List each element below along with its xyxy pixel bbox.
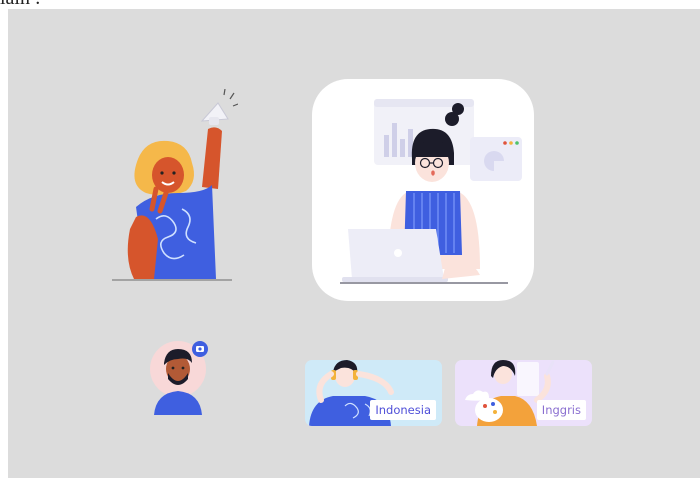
cheering-woman-illustration bbox=[112, 89, 238, 281]
language-card-inggris[interactable]: Inggris bbox=[455, 360, 592, 426]
laptop-icon bbox=[342, 229, 448, 282]
page-heading-fragment: lain : bbox=[0, 0, 41, 9]
workspace-card bbox=[312, 79, 534, 301]
language-label-indonesia: Indonesia bbox=[370, 400, 436, 420]
camera-icon[interactable] bbox=[192, 341, 208, 357]
language-label-inggris: Inggris bbox=[536, 400, 586, 420]
illustration-canvas: Indonesia Inggris bbox=[8, 9, 700, 478]
language-card-indonesia[interactable]: Indonesia bbox=[305, 360, 442, 426]
browser-window-icon bbox=[470, 137, 522, 181]
profile-avatar bbox=[150, 341, 208, 415]
woman-at-laptop-illustration bbox=[340, 99, 522, 284]
megaphone-icon bbox=[200, 89, 238, 125]
